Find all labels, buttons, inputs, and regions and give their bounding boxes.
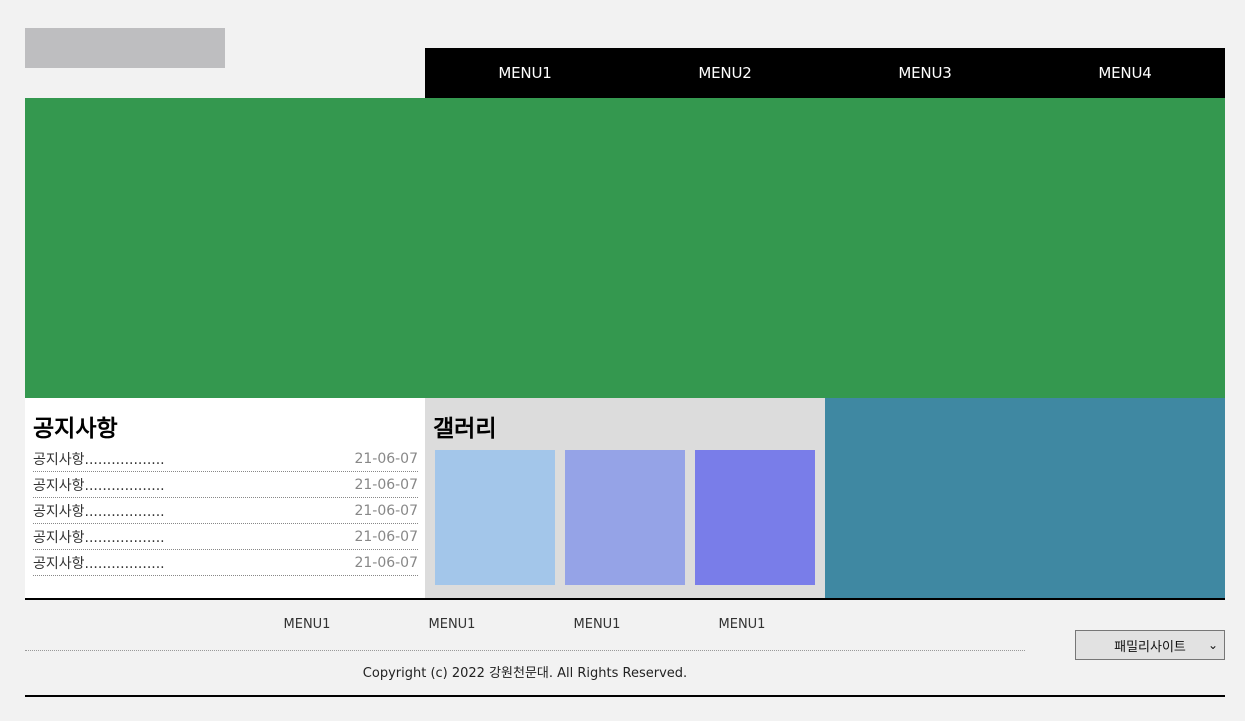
notice-list: 공지사항.................. 21-06-07 공지사항.....…	[33, 446, 418, 576]
footer-nav: MENU1 MENU1 MENU1 MENU1	[0, 617, 1245, 633]
side-banner[interactable]	[825, 398, 1225, 598]
gallery-title: 갤러리	[433, 416, 497, 442]
notice-item[interactable]: 공지사항.................. 21-06-07	[33, 498, 418, 524]
nav-menu4[interactable]: MENU4	[1025, 48, 1225, 98]
gallery-thumbnail-3[interactable]	[695, 450, 815, 585]
notice-item[interactable]: 공지사항.................. 21-06-07	[33, 524, 418, 550]
nav-menu1[interactable]: MENU1	[425, 48, 625, 98]
notice-item[interactable]: 공지사항.................. 21-06-07	[33, 550, 418, 576]
copyright-text: Copyright (c) 2022 강원천문대. All Rights Res…	[362, 666, 688, 681]
family-site-select-value: 패밀리사이트	[1114, 639, 1186, 655]
gallery-thumbnail-1[interactable]	[435, 450, 555, 585]
notice-item-date: 21-06-07	[354, 528, 418, 545]
notice-item[interactable]: 공지사항.................. 21-06-07	[33, 472, 418, 498]
footer-nav-menu4[interactable]: MENU1	[697, 617, 787, 632]
notice-item-title[interactable]: 공지사항..................	[33, 527, 165, 547]
nav-menu2[interactable]: MENU2	[625, 48, 825, 98]
hero-banner	[25, 98, 1225, 398]
notice-item-title[interactable]: 공지사항..................	[33, 501, 165, 521]
footer-nav-menu3[interactable]: MENU1	[552, 617, 642, 632]
notice-title: 공지사항	[33, 416, 118, 442]
notice-item-date: 21-06-07	[354, 502, 418, 519]
footer-nav-menu2[interactable]: MENU1	[407, 617, 497, 632]
nav-menu3[interactable]: MENU3	[825, 48, 1025, 98]
gallery-section: 갤러리	[425, 398, 825, 598]
footer-dotted-divider	[25, 650, 1025, 651]
notice-section: 공지사항 공지사항.................. 21-06-07 공지사항…	[25, 398, 425, 598]
family-site-select[interactable]: 패밀리사이트 ⌄	[1075, 630, 1225, 660]
gallery-thumbnail-2[interactable]	[565, 450, 685, 585]
footer-bottom-divider	[25, 695, 1225, 697]
main-nav: MENU1 MENU2 MENU3 MENU4	[425, 48, 1225, 98]
footer-top-divider	[25, 598, 1225, 600]
notice-item-date: 21-06-07	[354, 450, 418, 467]
notice-item-date: 21-06-07	[354, 476, 418, 493]
notice-item[interactable]: 공지사항.................. 21-06-07	[33, 446, 418, 472]
chevron-down-icon: ⌄	[1207, 638, 1218, 652]
notice-item-title[interactable]: 공지사항..................	[33, 449, 165, 469]
notice-item-title[interactable]: 공지사항..................	[33, 553, 165, 573]
footer-nav-menu1[interactable]: MENU1	[262, 617, 352, 632]
logo[interactable]	[25, 28, 225, 68]
notice-item-date: 21-06-07	[354, 554, 418, 571]
notice-item-title[interactable]: 공지사항..................	[33, 475, 165, 495]
